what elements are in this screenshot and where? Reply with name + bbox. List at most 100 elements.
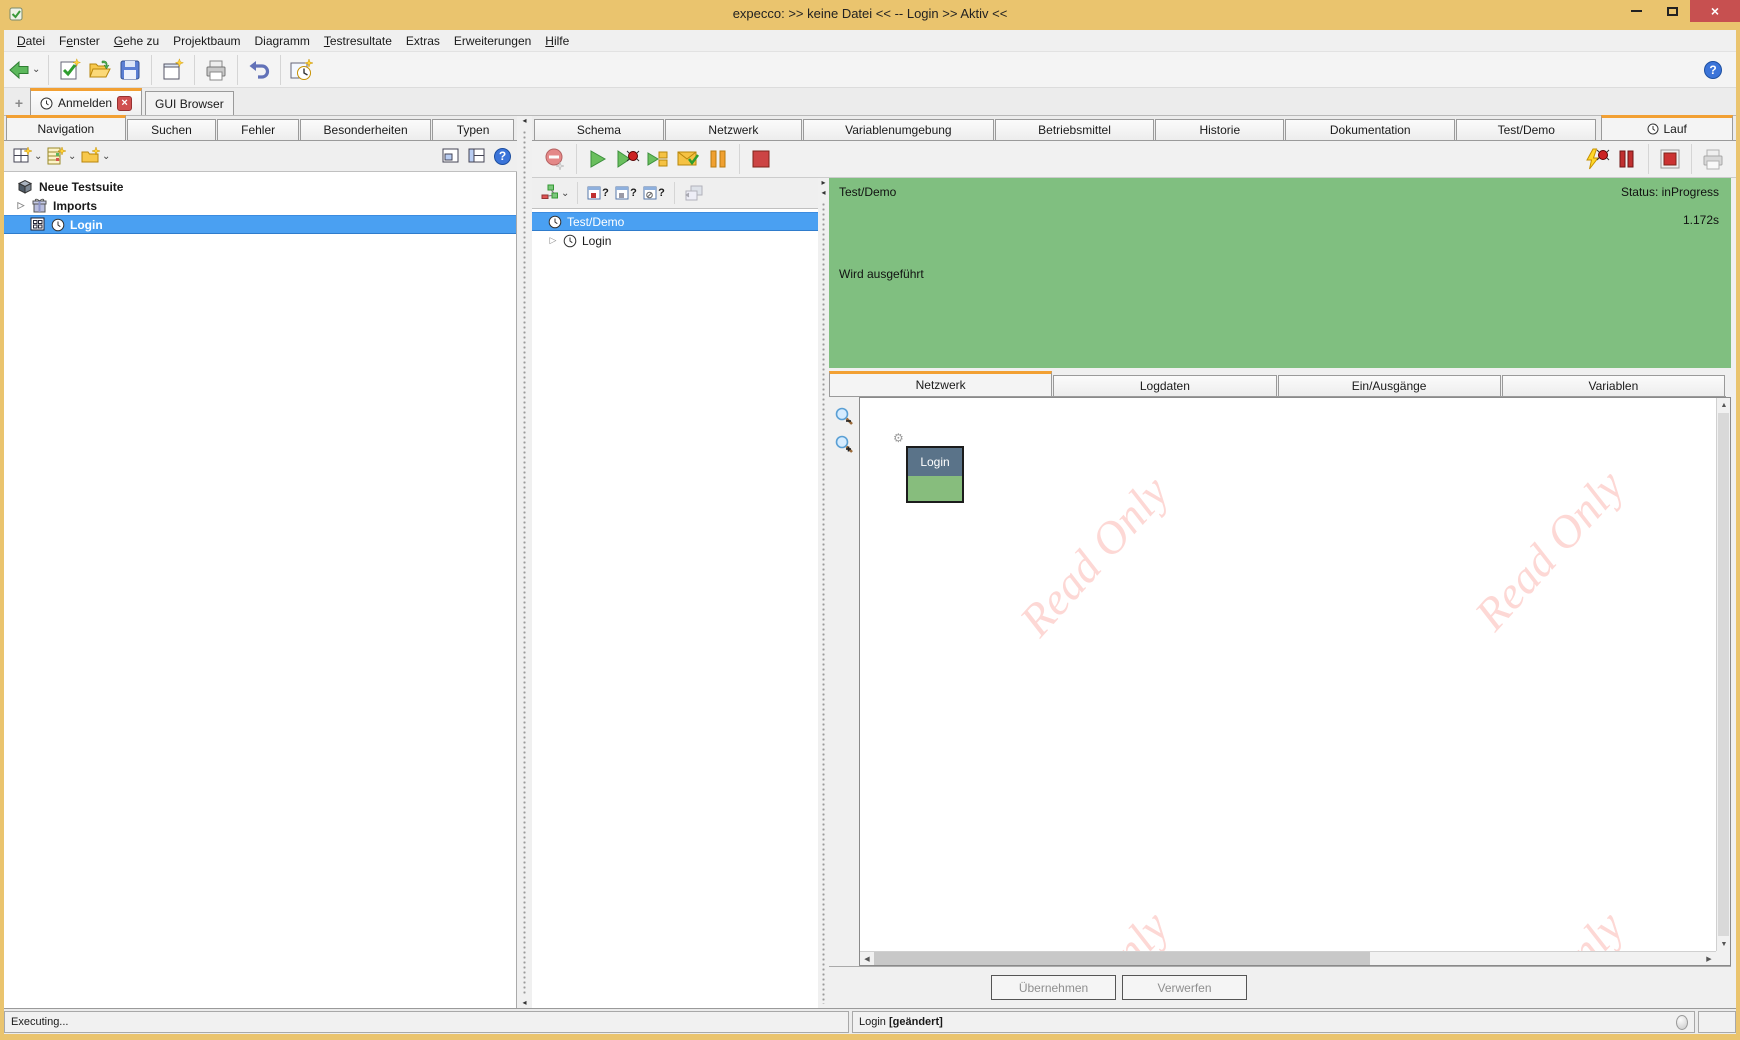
- tree-item-login[interactable]: Login: [4, 215, 516, 234]
- status-document-text: Login [geändert]: [859, 1016, 943, 1028]
- step-run-button[interactable]: [643, 144, 673, 174]
- exec-item-label: Test/Demo: [567, 215, 624, 229]
- menu-erweiterungen[interactable]: Erweiterungen: [447, 31, 538, 51]
- tab-typen[interactable]: Typen: [432, 119, 514, 140]
- tab-detail-netzwerk[interactable]: Netzwerk: [829, 371, 1052, 396]
- print-button[interactable]: [201, 55, 231, 85]
- query-breakpoint-button[interactable]: ?: [584, 178, 612, 208]
- menu-gehe-zu[interactable]: Gehe zu: [107, 31, 166, 51]
- undo-button[interactable]: [244, 55, 274, 85]
- tab-netzwerk[interactable]: Netzwerk: [665, 119, 802, 140]
- expander-icon[interactable]: ▷: [16, 200, 26, 211]
- lp-help-icon[interactable]: ?: [494, 148, 511, 165]
- debug-attach-button[interactable]: [1582, 144, 1612, 174]
- canvas-horizontal-scrollbar[interactable]: ◀ ▶: [860, 951, 1716, 965]
- tab-lauf[interactable]: Lauf: [1601, 115, 1733, 140]
- tab-anmelden[interactable]: Anmelden ×: [30, 88, 142, 115]
- tab-testdemo[interactable]: Test/Demo: [1456, 119, 1596, 140]
- new-testsuite-button[interactable]: [55, 55, 85, 85]
- tab-besonderheiten[interactable]: Besonderheiten: [300, 119, 431, 140]
- tree-item-imports[interactable]: ▷ Imports: [4, 196, 516, 215]
- tab-detail-variablen[interactable]: Variablen: [1502, 375, 1725, 396]
- scroll-track[interactable]: [1370, 952, 1702, 965]
- print-report-button[interactable]: [1698, 144, 1728, 174]
- query-skip-button[interactable]: ?: [640, 178, 668, 208]
- new-testsuite-icon: [58, 58, 82, 82]
- help-icon[interactable]: ?: [1704, 61, 1722, 79]
- tab-fehler[interactable]: Fehler: [217, 119, 299, 140]
- scroll-left-icon[interactable]: ◀: [860, 952, 874, 966]
- new-item-button[interactable]: [10, 141, 36, 171]
- login-node[interactable]: Login: [906, 446, 964, 503]
- printer-icon: [203, 58, 229, 82]
- run-button[interactable]: [583, 144, 613, 174]
- network-canvas[interactable]: ⚙ Login Read Only Read Only Read Only Re…: [859, 397, 1731, 966]
- splitter-left[interactable]: ◂ ◂: [517, 116, 532, 1008]
- new-list-button[interactable]: [44, 141, 70, 171]
- menu-diagramm[interactable]: Diagramm: [248, 31, 317, 51]
- expander-icon[interactable]: ▷: [548, 235, 558, 246]
- tab-schema[interactable]: Schema: [534, 119, 664, 140]
- menu-extras[interactable]: Extras: [399, 31, 447, 51]
- remove-breakpoints-button[interactable]: [540, 144, 570, 174]
- splitter-arrow[interactable]: ◂: [522, 116, 526, 126]
- tab-dokumentation[interactable]: Dokumentation: [1285, 119, 1455, 140]
- exec-item-login[interactable]: ▷ Login: [532, 231, 818, 250]
- layout-detail-button[interactable]: [438, 141, 464, 171]
- canvas-vertical-scrollbar[interactable]: ▲ ▼: [1716, 398, 1730, 951]
- execution-tree-panel: ⌄ ? ? ?: [532, 178, 818, 1008]
- clock-icon: [563, 234, 577, 248]
- zoom-in-button[interactable]: [833, 433, 855, 455]
- splitter-middle[interactable]: ▸ ◂: [818, 178, 829, 1008]
- exec-item-testdemo[interactable]: Test/Demo: [532, 212, 818, 231]
- splitter-arrow[interactable]: ▸: [821, 178, 825, 188]
- tab-variablenumgebung[interactable]: Variablenumgebung: [803, 119, 994, 140]
- save-button[interactable]: [115, 55, 145, 85]
- pause-button[interactable]: [703, 144, 733, 174]
- tab-betriebsmittel[interactable]: Betriebsmittel: [995, 119, 1155, 140]
- run-settings-button[interactable]: [287, 55, 317, 85]
- tree-view-button[interactable]: [537, 178, 563, 208]
- tab-detail-ein-ausgaenge[interactable]: Ein/Ausgänge: [1278, 375, 1501, 396]
- zoom-out-button[interactable]: [833, 405, 855, 427]
- close-button[interactable]: ×: [1690, 0, 1740, 22]
- debug-run-button[interactable]: [613, 144, 643, 174]
- scroll-up-icon[interactable]: ▲: [1717, 398, 1731, 412]
- tab-suchen[interactable]: Suchen: [127, 119, 216, 140]
- stop-button[interactable]: [746, 144, 776, 174]
- verwerfen-button[interactable]: Verwerfen: [1122, 975, 1247, 1000]
- scroll-down-icon[interactable]: ▼: [1717, 937, 1731, 951]
- tab-historie[interactable]: Historie: [1155, 119, 1284, 140]
- menu-fenster[interactable]: Fenster: [52, 31, 107, 51]
- menu-testresultate[interactable]: Testresultate: [317, 31, 399, 51]
- save-icon: [119, 59, 141, 81]
- tab-detail-logdaten[interactable]: Logdaten: [1053, 375, 1276, 396]
- close-tab-icon[interactable]: ×: [117, 96, 132, 111]
- back-button[interactable]: [4, 55, 34, 85]
- pause-run-button[interactable]: [1612, 144, 1642, 174]
- report-button[interactable]: [673, 144, 703, 174]
- sync-selection-button[interactable]: [681, 178, 707, 208]
- tab-navigation[interactable]: Navigation: [6, 115, 126, 140]
- splitter-arrow[interactable]: ◂: [821, 188, 825, 198]
- stop-run-button[interactable]: [1655, 144, 1685, 174]
- query-state-button[interactable]: ?: [612, 178, 640, 208]
- main-area: Navigation Suchen Fehler Besonderheiten …: [4, 116, 1736, 1008]
- tree-item-testsuite[interactable]: Neue Testsuite: [4, 177, 516, 196]
- layout-split-button[interactable]: [464, 141, 490, 171]
- vertical-scroll-thumb[interactable]: [1718, 413, 1729, 936]
- new-folder-button[interactable]: [78, 141, 104, 171]
- maximize-button[interactable]: [1654, 0, 1690, 22]
- uebernehmen-button[interactable]: Übernehmen: [991, 975, 1116, 1000]
- add-tab-button[interactable]: +: [8, 93, 30, 113]
- horizontal-scroll-thumb[interactable]: [874, 952, 1370, 965]
- tab-gui-browser[interactable]: GUI Browser: [145, 91, 234, 115]
- menu-hilfe[interactable]: Hilfe: [538, 31, 576, 51]
- menu-projektbaum[interactable]: Projektbaum: [166, 31, 247, 51]
- scroll-right-icon[interactable]: ▶: [1702, 952, 1716, 966]
- minimize-button[interactable]: [1618, 0, 1654, 22]
- new-window-button[interactable]: [158, 55, 188, 85]
- menu-datei[interactable]: Datei: [10, 31, 52, 51]
- splitter-arrow[interactable]: ◂: [522, 998, 526, 1008]
- open-button[interactable]: [85, 55, 115, 85]
